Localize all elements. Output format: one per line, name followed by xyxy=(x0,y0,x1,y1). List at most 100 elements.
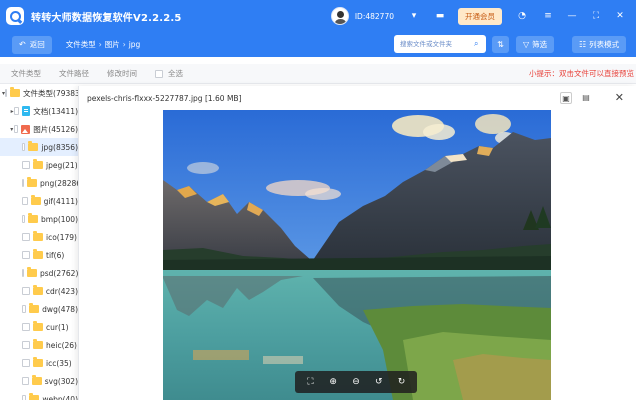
avatar[interactable] xyxy=(330,7,349,25)
tree-item-label: gif(4111) xyxy=(43,196,78,206)
title-bar: 转转大师数据恢复软件V2.2.2.5 ID:482770 ▾ ▬ 开通会员 ◔ … xyxy=(0,0,636,32)
tree-item-checkbox[interactable] xyxy=(22,233,30,241)
rotate-right-icon[interactable]: ↻ xyxy=(395,377,409,387)
filter-label: 筛选 xyxy=(532,40,548,49)
tree-item[interactable]: ico(179) xyxy=(0,228,78,246)
tree-item[interactable]: ▾ 文件类型(79383 xyxy=(0,84,78,102)
tree-item-label: jpeg(21) xyxy=(46,160,78,170)
tree-item-checkbox[interactable] xyxy=(22,359,30,367)
tree-item-checkbox[interactable] xyxy=(22,377,29,385)
vip-button[interactable]: 开通会员 xyxy=(458,7,502,25)
menu-icon[interactable]: ≡ xyxy=(536,11,560,21)
tree-item-checkbox[interactable] xyxy=(22,143,26,151)
select-all[interactable]: 全选 xyxy=(155,68,183,79)
folder-icon xyxy=(27,177,37,187)
back-label: 返回 xyxy=(29,40,45,49)
tree-item-checkbox[interactable] xyxy=(22,287,30,295)
tree-item[interactable]: tif(6) xyxy=(0,246,78,264)
tree-item[interactable]: png(28286 xyxy=(0,174,78,192)
tree-item-checkbox[interactable] xyxy=(13,125,19,133)
column-header: 文件类型 文件路径 修改时间 全选 小提示：双击文件可以直接预览 xyxy=(0,64,636,84)
tree-item-label: webp(40) xyxy=(42,394,78,400)
folder-icon xyxy=(10,87,21,97)
tree-item-label: tif(6) xyxy=(46,250,65,260)
tree-item-checkbox[interactable] xyxy=(22,341,30,349)
sort-icon: ⇅ xyxy=(497,40,504,49)
tree-item-checkbox[interactable] xyxy=(22,179,24,187)
tree-item[interactable]: jpg(8356) xyxy=(0,138,78,156)
filter-button[interactable]: ▽ 筛选 xyxy=(516,36,555,53)
tree-item[interactable]: bmp(100) xyxy=(0,210,78,228)
tree-item-label: ico(179) xyxy=(46,232,77,242)
preview-dialog: pexels-chris-flxxx-5227787.jpg [1.60 MB]… xyxy=(78,86,636,400)
tree-item[interactable]: cur(1) xyxy=(0,318,78,336)
folder-icon xyxy=(27,267,37,277)
tree-item[interactable]: jpeg(21) xyxy=(0,156,78,174)
tree-item-checkbox[interactable] xyxy=(22,323,30,331)
tree-item-checkbox[interactable] xyxy=(22,251,30,259)
tree-item-checkbox[interactable] xyxy=(22,215,25,223)
column-path[interactable]: 文件路径 xyxy=(59,68,89,79)
filter-icon: ▽ xyxy=(523,40,530,49)
support-icon[interactable]: ◔ xyxy=(516,11,528,21)
user-id: ID:482770 xyxy=(354,11,394,21)
tree-item[interactable]: psd(2762) xyxy=(0,264,78,282)
maximize-icon[interactable]: ⛶ xyxy=(584,11,608,21)
back-button[interactable]: ↶ 返回 xyxy=(12,35,52,54)
image-mode-icon[interactable]: ▣ xyxy=(560,92,572,104)
search-icon[interactable]: ⌕ xyxy=(474,39,478,49)
column-type[interactable]: 文件类型 xyxy=(11,68,41,79)
tree-item-checkbox[interactable] xyxy=(22,197,28,205)
document-icon xyxy=(22,106,31,116)
tree-item[interactable]: heic(26) xyxy=(0,336,78,354)
tree-item-checkbox[interactable] xyxy=(14,107,20,115)
folder-icon xyxy=(31,375,42,385)
breadcrumb-item[interactable]: 图片 xyxy=(105,39,120,50)
save-icon[interactable]: ▤ xyxy=(580,92,592,104)
breadcrumb-item[interactable]: 文件类型 xyxy=(66,39,96,50)
minimize-icon[interactable]: — xyxy=(560,11,584,21)
tree-item-label: heic(26) xyxy=(46,340,77,350)
tree-item[interactable]: icc(35) xyxy=(0,354,78,372)
message-icon[interactable]: ▬ xyxy=(434,11,446,21)
breadcrumb-item[interactable]: jpg xyxy=(129,40,141,49)
tree-item-label: 文档(13411) xyxy=(33,106,78,116)
tree-item-checkbox[interactable] xyxy=(22,395,27,400)
close-preview-icon[interactable]: ✕ xyxy=(615,91,624,104)
tree-item[interactable]: ▸ 文档(13411) xyxy=(0,102,78,120)
tip-text: 小提示：双击文件可以直接预览 xyxy=(529,69,634,78)
tree-item-label: bmp(100) xyxy=(41,214,78,224)
list-icon: ☷ xyxy=(579,40,587,49)
search-input[interactable] xyxy=(400,40,474,48)
select-all-label: 全选 xyxy=(168,69,183,78)
tree-item[interactable]: ▾ 图片(45126) xyxy=(0,120,78,138)
toolbar: ↶ 返回 文件类型 › 图片 › jpg ⌕ ⇅ ▽ 筛选 ☷ 列表模式 xyxy=(0,32,636,57)
zoom-out-icon[interactable]: ⊖ xyxy=(349,377,363,387)
tree-item-label: psd(2762) xyxy=(40,268,78,278)
close-window-icon[interactable]: ✕ xyxy=(608,11,632,21)
tree-item[interactable]: svg(302) xyxy=(0,372,78,390)
tree-item[interactable]: cdr(423) xyxy=(0,282,78,300)
tree-item[interactable]: webp(40) xyxy=(0,390,78,400)
tree-item-label: svg(302) xyxy=(44,376,78,386)
tree-item-label: 文件类型(79383 xyxy=(23,88,78,98)
tree-item-checkbox[interactable] xyxy=(22,269,24,277)
tree-item-checkbox[interactable] xyxy=(22,161,30,169)
tree-item-checkbox[interactable] xyxy=(5,89,8,97)
tree-item[interactable]: dwg(478) xyxy=(0,300,78,318)
list-mode-button[interactable]: ☷ 列表模式 xyxy=(572,36,627,53)
folder-icon xyxy=(33,231,43,241)
tree-item-label: png(28286 xyxy=(40,178,78,188)
dropdown-caret-icon[interactable]: ▾ xyxy=(408,11,420,21)
folder-icon xyxy=(28,141,39,151)
select-all-checkbox[interactable] xyxy=(155,69,163,78)
tree-item[interactable]: gif(4111) xyxy=(0,192,78,210)
fullscreen-icon[interactable]: ⛶ xyxy=(303,377,317,387)
zoom-in-icon[interactable]: ⊕ xyxy=(326,377,340,387)
rotate-left-icon[interactable]: ↺ xyxy=(372,377,386,387)
column-modified[interactable]: 修改时间 xyxy=(107,68,137,79)
app-logo-icon xyxy=(6,7,24,25)
tree-item-checkbox[interactable] xyxy=(22,305,27,313)
image-icon xyxy=(21,124,31,134)
sort-button[interactable]: ⇅ xyxy=(492,36,509,53)
